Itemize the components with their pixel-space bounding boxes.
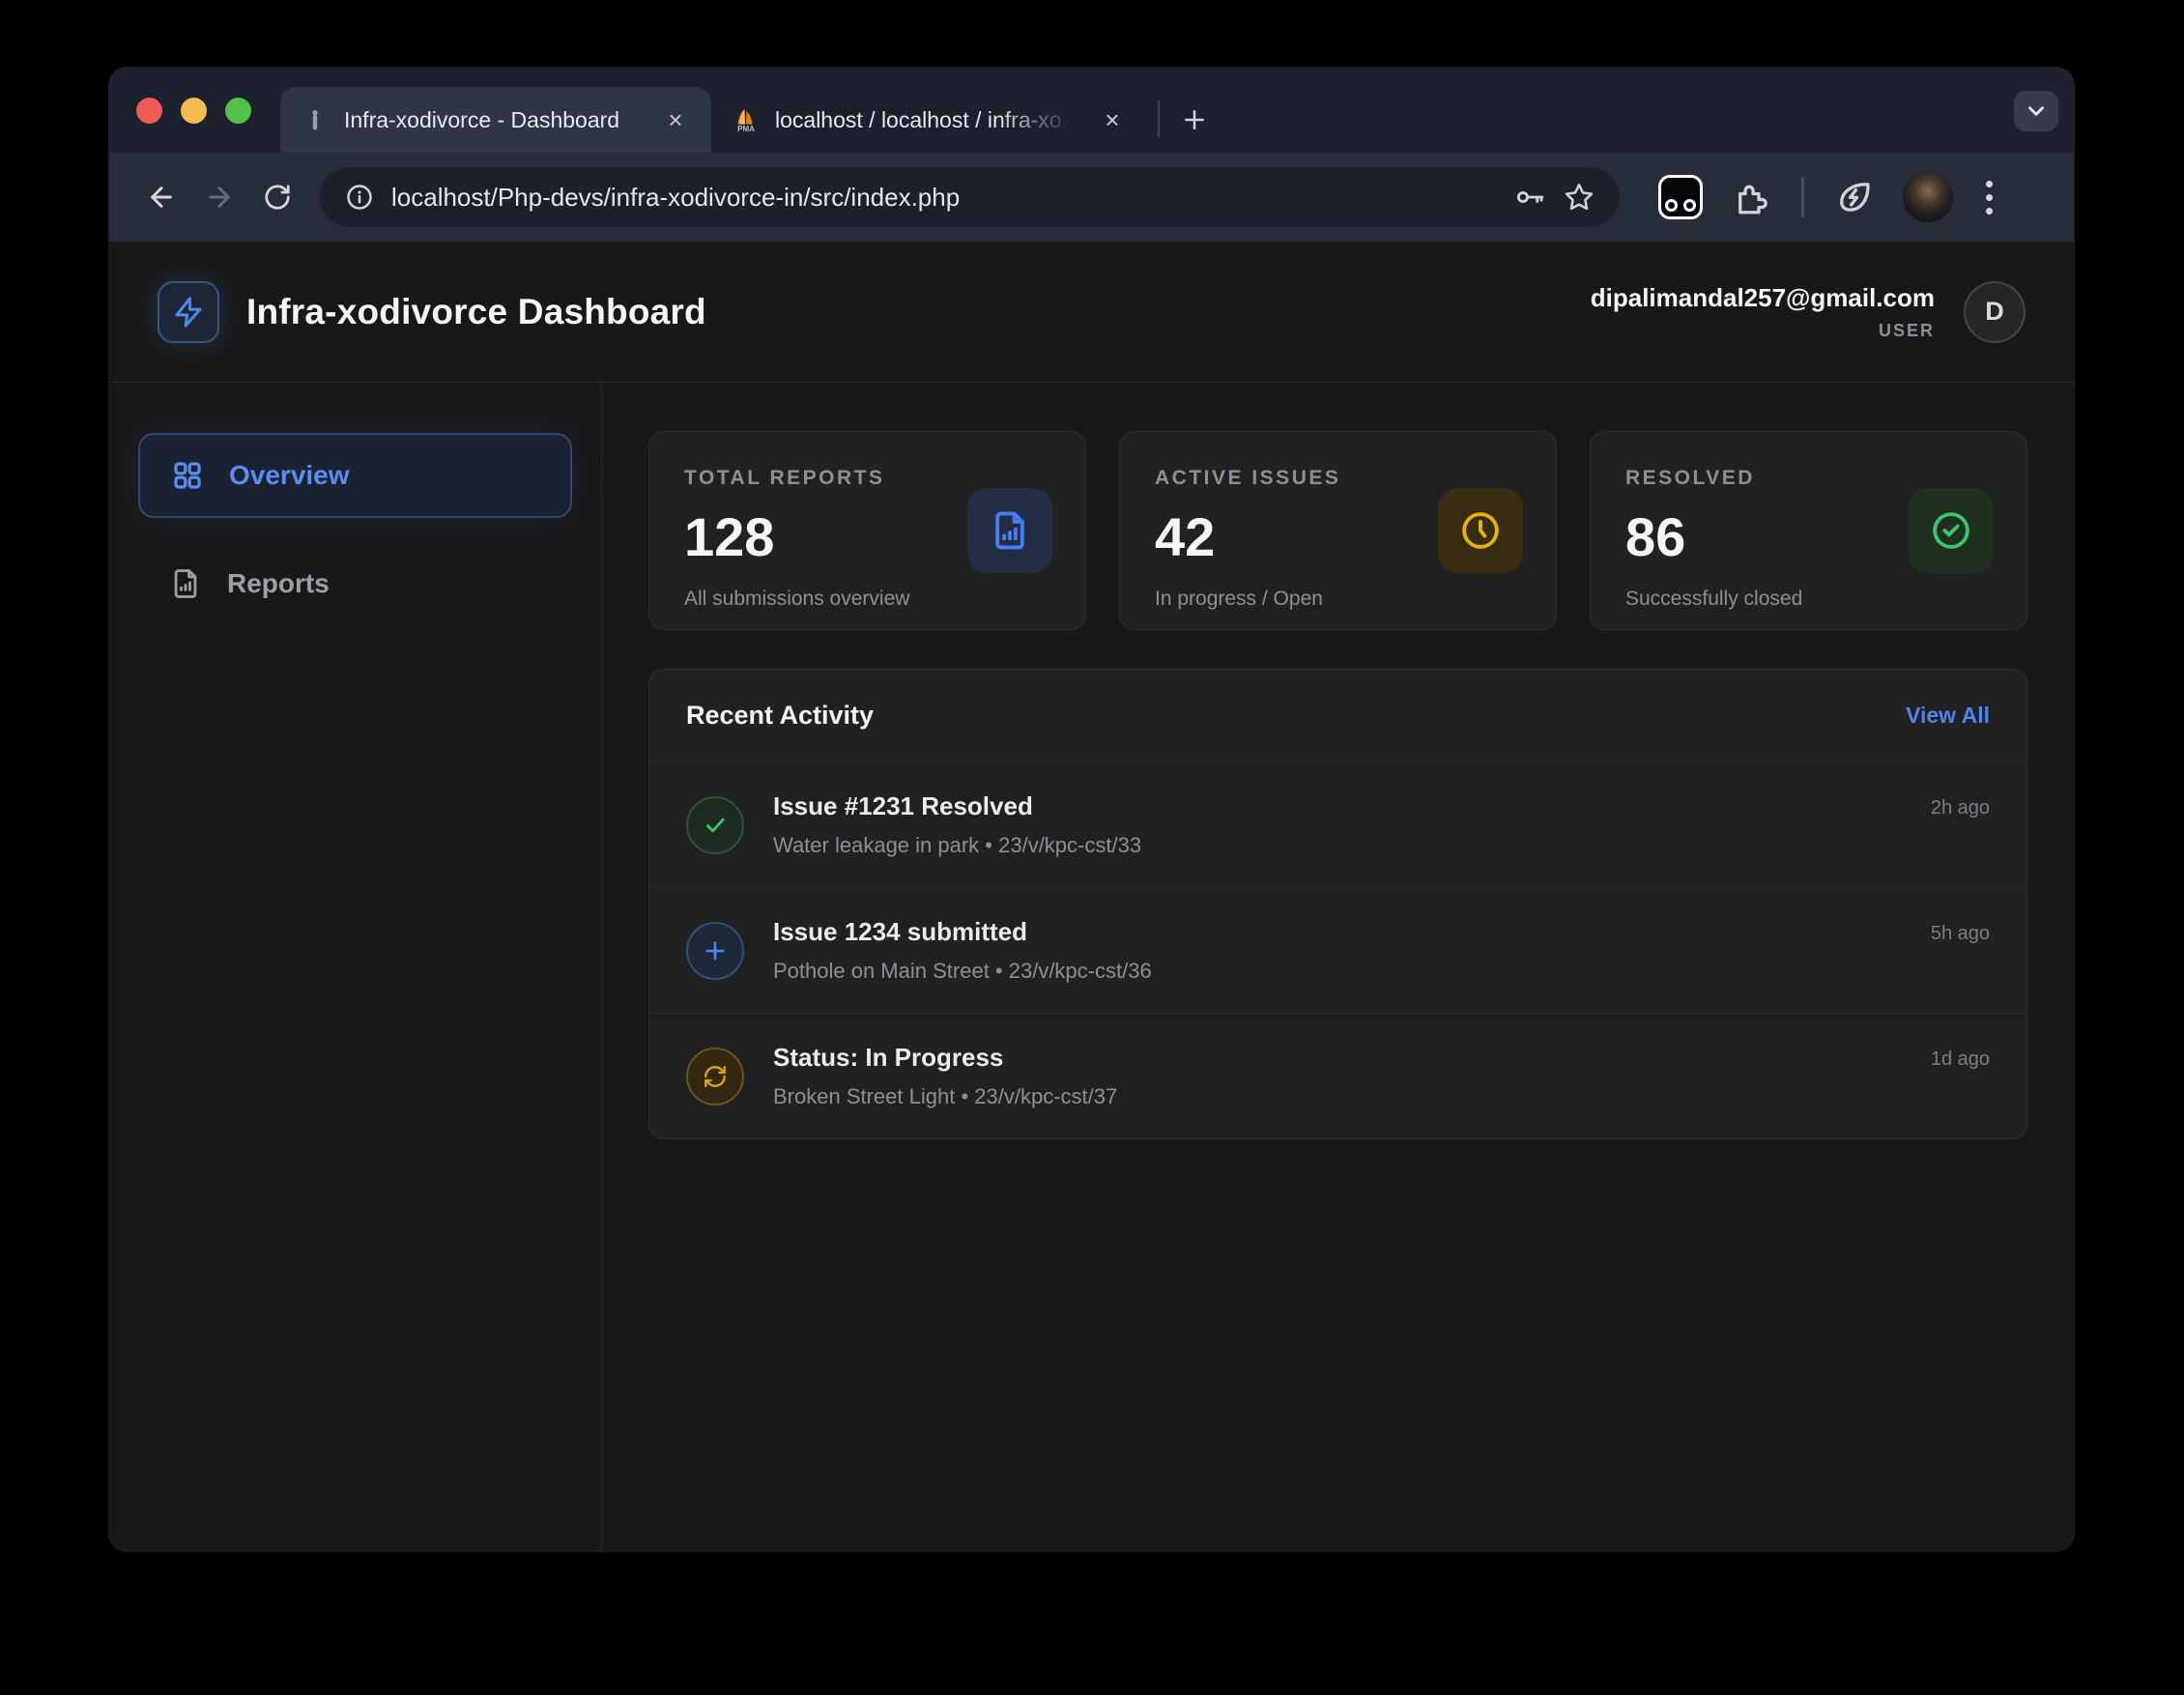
activity-texts: Issue #1231 Resolved Water leakage in pa… xyxy=(773,791,1902,858)
sidebar: Overview Reports xyxy=(109,383,602,1551)
password-key-icon[interactable] xyxy=(1513,181,1546,214)
browser-menu-kebab-icon[interactable] xyxy=(1982,177,1997,218)
browser-profile-avatar[interactable] xyxy=(1903,172,1953,222)
activity-item-time: 2h ago xyxy=(1931,797,1990,819)
plus-icon xyxy=(686,922,744,980)
view-all-link[interactable]: View All xyxy=(1906,703,1990,729)
maximize-window-button[interactable] xyxy=(225,98,251,124)
stat-card-total-reports: TOTAL REPORTS 128 All submissions overvi… xyxy=(648,431,1086,630)
recent-activity-panel: Recent Activity View All Issue #1231 Res… xyxy=(648,669,2027,1139)
browser-toolbar: localhost/Php-devs/infra-xodivorce-in/sr… xyxy=(109,153,2074,242)
user-email: dipalimandal257@gmail.com xyxy=(1591,283,1935,313)
sidebar-item-reports[interactable]: Reports xyxy=(138,541,572,626)
page-content: Infra-xodivorce Dashboard dipalimandal25… xyxy=(109,242,2074,1551)
activity-item-title: Issue 1234 submitted xyxy=(773,917,1902,947)
extension-two-dots-icon[interactable] xyxy=(1658,175,1703,219)
refresh-icon xyxy=(686,1048,744,1106)
activity-item-subtitle: Broken Street Light • 23/v/kpc-cst/37 xyxy=(773,1084,1902,1109)
tab-strip: Infra-xodivorce - Dashboard × PMA localh… xyxy=(109,68,2074,153)
activity-item-title: Status: In Progress xyxy=(773,1043,1902,1073)
activity-texts: Status: In Progress Broken Street Light … xyxy=(773,1043,1902,1109)
tab-title: Infra-xodivorce - Dashboard xyxy=(344,107,644,133)
activity-item-subtitle: Water leakage in park • 23/v/kpc-cst/33 xyxy=(773,833,1902,858)
sidebar-item-label: Reports xyxy=(227,568,330,599)
avatar[interactable]: D xyxy=(1964,281,2026,343)
bookmark-star-icon[interactable] xyxy=(1564,182,1595,213)
avatar-initial: D xyxy=(1985,297,2004,327)
stat-label: ACTIVE ISSUES xyxy=(1155,467,1521,490)
close-tab-icon[interactable]: × xyxy=(1096,103,1129,136)
stat-card-resolved: RESOLVED 86 Successfully closed xyxy=(1590,431,2027,630)
screen: Infra-xodivorce - Dashboard × PMA localh… xyxy=(0,0,2184,1695)
activity-item-time: 1d ago xyxy=(1931,1049,1990,1071)
page-title: Infra-xodivorce Dashboard xyxy=(246,292,706,332)
toolbar-extensions-area xyxy=(1658,172,1997,222)
site-info-icon[interactable] xyxy=(345,183,374,212)
user-role-badge: USER xyxy=(1591,321,1935,341)
activity-texts: Issue 1234 submitted Pothole on Main Str… xyxy=(773,917,1902,984)
activity-item-subtitle: Pothole on Main Street • 23/v/kpc-cst/36 xyxy=(773,959,1902,984)
activity-row[interactable]: Issue 1234 submitted Pothole on Main Str… xyxy=(649,888,2026,1014)
toolbar-divider xyxy=(1801,177,1804,217)
file-chart-icon xyxy=(967,488,1052,573)
clock-icon xyxy=(1438,488,1523,573)
tab-phpmyadmin[interactable]: PMA localhost / localhost / infra-xo × xyxy=(711,87,1148,153)
phpmyadmin-icon: PMA xyxy=(733,106,760,133)
sidebar-item-overview[interactable]: Overview xyxy=(138,433,572,518)
performance-leaf-icon[interactable] xyxy=(1833,177,1874,217)
window-controls xyxy=(109,68,280,153)
circle-check-icon xyxy=(1909,488,1994,573)
close-window-button[interactable] xyxy=(136,98,162,124)
reload-button[interactable] xyxy=(254,174,301,220)
activity-title: Recent Activity xyxy=(686,701,874,731)
main-content: TOTAL REPORTS 128 All submissions overvi… xyxy=(602,383,2074,1551)
sidebar-item-label: Overview xyxy=(229,460,350,491)
page-body: Overview Reports TOTAL REPORTS 128 xyxy=(109,383,2074,1551)
file-chart-icon xyxy=(169,567,202,600)
grid-icon xyxy=(171,459,204,492)
stat-subtitle: Successfully closed xyxy=(1625,588,1992,611)
tab-divider xyxy=(1158,101,1160,137)
url-text[interactable]: localhost/Php-devs/infra-xodivorce-in/sr… xyxy=(391,183,1496,213)
activity-header: Recent Activity View All xyxy=(649,670,2026,762)
stat-subtitle: In progress / Open xyxy=(1155,588,1521,611)
user-info: dipalimandal257@gmail.com USER xyxy=(1591,283,1935,341)
activity-item-title: Issue #1231 Resolved xyxy=(773,791,1902,821)
lightning-bolt-icon xyxy=(158,281,219,343)
address-bar[interactable]: localhost/Php-devs/infra-xodivorce-in/sr… xyxy=(320,167,1620,227)
extensions-puzzle-icon[interactable] xyxy=(1732,177,1772,217)
tab-search-chevron-button[interactable] xyxy=(2014,91,2058,131)
stat-label: RESOLVED xyxy=(1625,467,1992,490)
app-header: Infra-xodivorce Dashboard dipalimandal25… xyxy=(109,242,2074,383)
stat-label: TOTAL REPORTS xyxy=(684,467,1050,490)
info-i-icon xyxy=(302,106,329,133)
minimize-window-button[interactable] xyxy=(181,98,207,124)
activity-item-time: 5h ago xyxy=(1931,923,1990,945)
activity-row[interactable]: Status: In Progress Broken Street Light … xyxy=(649,1014,2026,1138)
close-tab-icon[interactable]: × xyxy=(659,103,692,136)
svg-text:PMA: PMA xyxy=(737,125,755,133)
browser-window: Infra-xodivorce - Dashboard × PMA localh… xyxy=(109,68,2074,1551)
new-tab-button[interactable] xyxy=(1173,99,1216,141)
stats-row: TOTAL REPORTS 128 All submissions overvi… xyxy=(648,431,2027,630)
stat-subtitle: All submissions overview xyxy=(684,588,1050,611)
back-button[interactable] xyxy=(138,174,185,220)
forward-button[interactable] xyxy=(196,174,243,220)
tab-dashboard[interactable]: Infra-xodivorce - Dashboard × xyxy=(280,87,711,153)
tab-title: localhost / localhost / infra-xo xyxy=(775,107,1080,133)
check-icon xyxy=(686,796,744,854)
stat-card-active-issues: ACTIVE ISSUES 42 In progress / Open xyxy=(1119,431,1557,630)
activity-row[interactable]: Issue #1231 Resolved Water leakage in pa… xyxy=(649,762,2026,888)
